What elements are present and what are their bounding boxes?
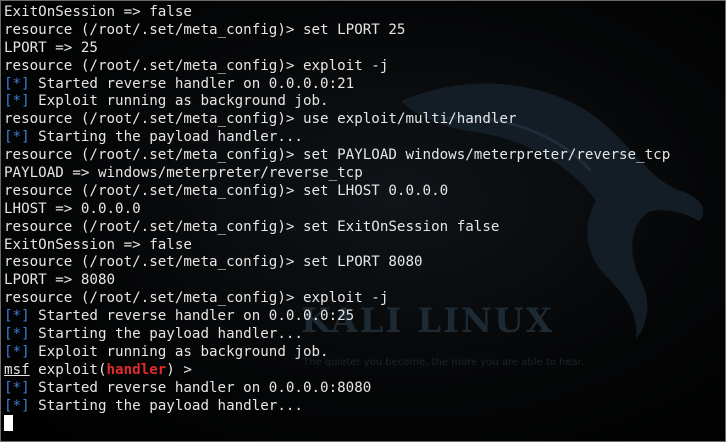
terminal-line: resource (/root/.set/meta_config)> set L… — [4, 22, 725, 40]
line-text: LPORT => 8080 — [4, 272, 116, 289]
status-tag: [*] — [4, 379, 30, 396]
line-text: PAYLOAD => windows/meterpreter/reverse_t… — [4, 165, 363, 182]
line-text: Started reverse handler on 0.0.0.0:8080 — [29, 379, 372, 396]
terminal-line: PAYLOAD => windows/meterpreter/reverse_t… — [4, 165, 725, 183]
line-text: Exploit running as background job. — [29, 93, 329, 110]
status-tag: [*] — [4, 75, 30, 92]
terminal-window[interactable]: KALI LINUX The quieter you become, the m… — [0, 0, 726, 442]
line-text: LPORT => 25 — [4, 39, 98, 56]
line-text: Starting the payload handler... — [29, 397, 303, 414]
line-text: resource (/root/.set/meta_config)> explo… — [4, 57, 389, 74]
terminal-line: [*] Started reverse handler on 0.0.0.0:8… — [4, 380, 725, 398]
line-text: Started reverse handler on 0.0.0.0:21 — [29, 75, 355, 92]
terminal-line: resource (/root/.set/meta_config)> set P… — [4, 147, 725, 165]
text-cursor — [4, 415, 13, 432]
status-tag: [*] — [4, 93, 30, 110]
terminal-line: LPORT => 8080 — [4, 272, 725, 290]
line-text: resource (/root/.set/meta_config)> set E… — [4, 218, 500, 235]
terminal-line: resource (/root/.set/meta_config)> explo… — [4, 290, 725, 308]
terminal-line: resource (/root/.set/meta_config)> explo… — [4, 58, 725, 76]
line-text: resource (/root/.set/meta_config)> set L… — [4, 254, 423, 271]
line-text: ExitOnSession => false — [4, 236, 192, 253]
status-tag: [*] — [4, 129, 30, 146]
terminal-line: resource (/root/.set/meta_config)> set L… — [4, 183, 725, 201]
prompt-text: exploit( — [29, 361, 107, 378]
msf-prompt-line: msf exploit(handler) > — [4, 362, 725, 380]
line-text: resource (/root/.set/meta_config)> set L… — [4, 21, 406, 38]
terminal-line: [*] Exploit running as background job. — [4, 344, 725, 362]
terminal-line: resource (/root/.set/meta_config)> set E… — [4, 219, 725, 237]
status-tag: [*] — [4, 326, 30, 343]
terminal-line: [*] Starting the payload handler... — [4, 398, 725, 416]
terminal-output[interactable]: ExitOnSession => false resource (/root/.s… — [4, 4, 725, 433]
line-text: Started reverse handler on 0.0.0.0:25 — [29, 308, 355, 325]
terminal-line: LHOST => 0.0.0.0 — [4, 201, 725, 219]
terminal-line: [*] Started reverse handler on 0.0.0.0:2… — [4, 308, 725, 326]
terminal-line: [*] Starting the payload handler... — [4, 326, 725, 344]
line-text: resource (/root/.set/meta_config)> use e… — [4, 111, 517, 128]
cursor-line[interactable] — [4, 415, 725, 433]
terminal-line: [*] Exploit running as background job. — [4, 93, 725, 111]
line-text: ExitOnSession => false — [4, 4, 192, 20]
line-text: resource (/root/.set/meta_config)> set P… — [4, 147, 671, 164]
msf-label: msf — [4, 361, 30, 378]
terminal-line: resource (/root/.set/meta_config)> use e… — [4, 111, 725, 129]
module-name: handler — [106, 361, 167, 378]
terminal-line: ExitOnSession => false — [4, 4, 725, 22]
status-tag: [*] — [4, 308, 30, 325]
line-text: Starting the payload handler... — [29, 326, 303, 343]
terminal-line: LPORT => 25 — [4, 40, 725, 58]
line-text: LHOST => 0.0.0.0 — [4, 200, 141, 217]
status-tag: [*] — [4, 343, 30, 360]
line-text: Exploit running as background job. — [29, 343, 329, 360]
terminal-line: ExitOnSession => false — [4, 237, 725, 255]
prompt-text: ) > — [166, 361, 192, 378]
terminal-line: [*] Started reverse handler on 0.0.0.0:2… — [4, 76, 725, 94]
status-tag: [*] — [4, 397, 30, 414]
terminal-line: [*] Starting the payload handler... — [4, 129, 725, 147]
line-text: resource (/root/.set/meta_config)> set L… — [4, 182, 449, 199]
line-text: resource (/root/.set/meta_config)> explo… — [4, 290, 389, 307]
line-text: Starting the payload handler... — [29, 129, 303, 146]
terminal-line: resource (/root/.set/meta_config)> set L… — [4, 254, 725, 272]
